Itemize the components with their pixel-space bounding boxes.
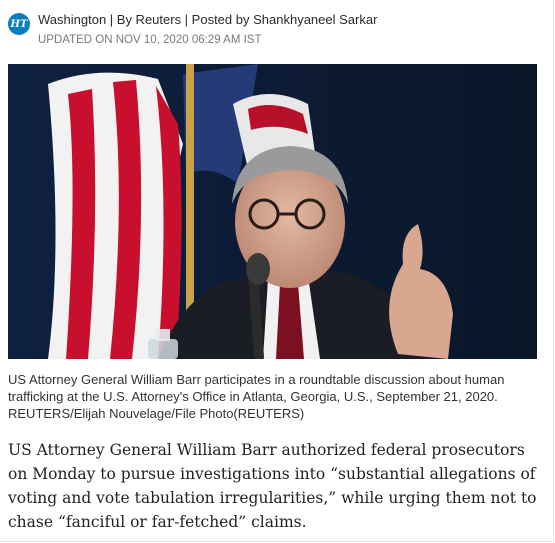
article-photo[interactable] [8,64,537,359]
updated-timestamp: UPDATED ON NOV 10, 2020 06:29 AM IST [38,34,262,46]
article-header: HT Washington | By Reuters | Posted by S… [8,11,377,48]
photo-illustration [8,64,537,359]
article-lede: US Attorney General William Barr authori… [8,441,537,531]
article-meta: Washington | By Reuters | Posted by Shan… [38,11,377,48]
ht-logo-icon[interactable]: HT [8,13,30,35]
photo-caption: US Attorney General William Barr partici… [8,372,505,421]
byline: Washington | By Reuters | Posted by Shan… [38,12,378,27]
